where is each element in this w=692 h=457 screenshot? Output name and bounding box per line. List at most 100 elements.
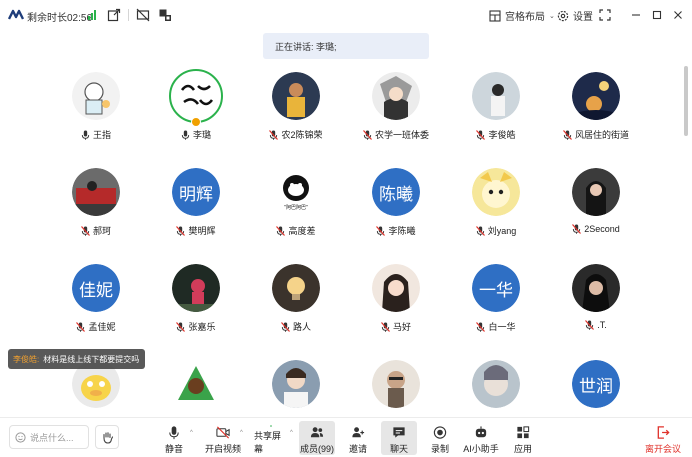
- app-logo-icon: [8, 9, 24, 20]
- avatar-image: [272, 72, 320, 120]
- participant-tile[interactable]: [346, 354, 446, 415]
- participant-tile[interactable]: [246, 354, 346, 415]
- participant-name: 郝珂: [92, 226, 111, 236]
- participant-tile[interactable]: 世润: [546, 354, 646, 415]
- microphone-muted-icon: [269, 129, 279, 140]
- invite-button[interactable]: 邀请: [345, 421, 371, 455]
- gear-icon: [557, 10, 569, 21]
- apps-grid-icon: [517, 426, 530, 439]
- participant-tile[interactable]: 王指: [46, 66, 146, 166]
- participant-tile[interactable]: [446, 354, 546, 415]
- settings-button[interactable]: 设置: [557, 8, 593, 23]
- participant-tile[interactable]: 农2陈锦荣: [246, 66, 346, 166]
- microphone-muted-icon: [476, 321, 486, 332]
- participant-tile[interactable]: "阿巴阿巴" 高度差: [246, 162, 346, 262]
- hand-icon: [102, 431, 113, 444]
- participant-tile[interactable]: 风居住的街道: [546, 66, 646, 166]
- chat-placeholder: 说点什么...: [30, 432, 74, 443]
- host-badge-icon: [191, 117, 201, 127]
- ai-assistant-button[interactable]: AI小助手: [463, 421, 499, 455]
- minimize-button[interactable]: [628, 7, 644, 23]
- participant-tile[interactable]: 路人: [246, 258, 346, 358]
- chevron-up-icon[interactable]: ^: [240, 430, 243, 436]
- microphone-muted-icon: [176, 321, 186, 332]
- record-icon: [433, 426, 447, 439]
- participant-tile[interactable]: 郝珂: [46, 162, 146, 262]
- participant-name-row: 张嘉乐: [146, 320, 246, 333]
- avatar-image: [472, 360, 520, 408]
- apps-label: 应用: [513, 444, 532, 454]
- maximize-button[interactable]: [649, 7, 665, 23]
- participant-tile[interactable]: 张嘉乐: [146, 258, 246, 358]
- participant-name: 马好: [392, 322, 411, 332]
- avatar: [172, 264, 220, 312]
- avatar: [572, 168, 620, 216]
- mute-button[interactable]: 静音: [159, 421, 189, 455]
- exit-icon: [657, 426, 670, 439]
- participant-tile[interactable]: [146, 354, 246, 415]
- participant-tile[interactable]: 陈曦 李陈曦: [346, 162, 446, 262]
- grid-scrollbar[interactable]: [684, 66, 688, 136]
- chat-toast[interactable]: 李俊皓: 材料是线上线下都要提交吗: [8, 349, 145, 369]
- leave-meeting-button[interactable]: 离开会议: [644, 421, 682, 455]
- participant-name-row: 刘yang: [446, 224, 546, 237]
- participant-name-row: 李璐: [146, 128, 246, 141]
- participant-tile[interactable]: 刘yang: [446, 162, 546, 262]
- share-label: 共享屏幕: [254, 431, 282, 454]
- participant-name: 孟佳妮: [88, 322, 116, 332]
- avatar: [572, 264, 620, 312]
- share-screen-icon: [270, 425, 272, 427]
- chat-input[interactable]: 说点什么...: [9, 425, 89, 449]
- fullscreen-icon[interactable]: [598, 8, 612, 22]
- participant-name-row: 郝珂: [46, 224, 146, 237]
- avatar: [172, 72, 220, 120]
- avatar: [72, 72, 120, 120]
- participant-tile[interactable]: 马好: [346, 258, 446, 358]
- maximize-icon: [652, 10, 662, 20]
- video-off-icon[interactable]: [136, 8, 150, 22]
- speaking-banner: 正在讲话: 李璐;: [263, 33, 429, 59]
- lock-user-icon[interactable]: [158, 8, 172, 22]
- participant-name-row: 李俊皓: [446, 128, 546, 141]
- apps-button[interactable]: 应用: [509, 421, 537, 455]
- participant-tile[interactable]: 农学一班体委: [346, 66, 446, 166]
- raise-hand-button[interactable]: [95, 425, 119, 449]
- layout-button[interactable]: 宫格布局 ⌄: [489, 8, 555, 23]
- microphone-muted-icon: [563, 129, 572, 140]
- toast-message: 材料是线上线下都要提交吗: [43, 354, 140, 364]
- participant-tile[interactable]: 李璐: [146, 66, 246, 166]
- share-screen-button[interactable]: 共享屏幕: [254, 421, 288, 455]
- chat-button[interactable]: 聊天: [381, 421, 417, 455]
- participant-tile[interactable]: 明辉 樊明辉: [146, 162, 246, 262]
- participant-name-row: 风居住的街道: [546, 128, 646, 141]
- avatar-image: [172, 360, 220, 408]
- start-video-button[interactable]: 开启视频: [204, 421, 242, 455]
- chevron-up-icon[interactable]: ^: [290, 430, 293, 436]
- microphone-muted-icon: [81, 225, 90, 236]
- share-out-icon[interactable]: [107, 8, 121, 22]
- participant-name-row: 樊明辉: [146, 224, 246, 237]
- participant-name-row: 路人: [246, 320, 346, 333]
- microphone-muted-icon: [476, 129, 486, 140]
- participant-name-row: 农2陈锦荣: [246, 128, 346, 141]
- participant-name: 路人: [292, 322, 311, 332]
- participant-tile[interactable]: 2Second: [546, 162, 646, 262]
- avatar: 明辉: [172, 168, 220, 216]
- participant-tile[interactable]: .T.: [546, 258, 646, 358]
- participant-tile[interactable]: 李俊皓: [446, 66, 546, 166]
- avatar: [272, 360, 320, 408]
- avatar: [472, 72, 520, 120]
- participant-name: 张嘉乐: [188, 322, 216, 332]
- avatar: "阿巴阿巴": [272, 168, 320, 216]
- avatar: [272, 264, 320, 312]
- close-button[interactable]: [670, 7, 686, 23]
- participant-tile[interactable]: 佳妮 孟佳妮: [46, 258, 146, 358]
- record-button[interactable]: 录制: [427, 421, 453, 455]
- members-button[interactable]: 成员(99): [299, 421, 335, 455]
- chevron-up-icon[interactable]: ^: [190, 430, 193, 436]
- signal-icon: [88, 9, 96, 20]
- participant-name-row: 白一华: [446, 320, 546, 333]
- participant-name: 高度差: [288, 226, 316, 236]
- avatar-initials: 世润: [572, 360, 620, 408]
- participant-tile[interactable]: 一华 白一华: [446, 258, 546, 358]
